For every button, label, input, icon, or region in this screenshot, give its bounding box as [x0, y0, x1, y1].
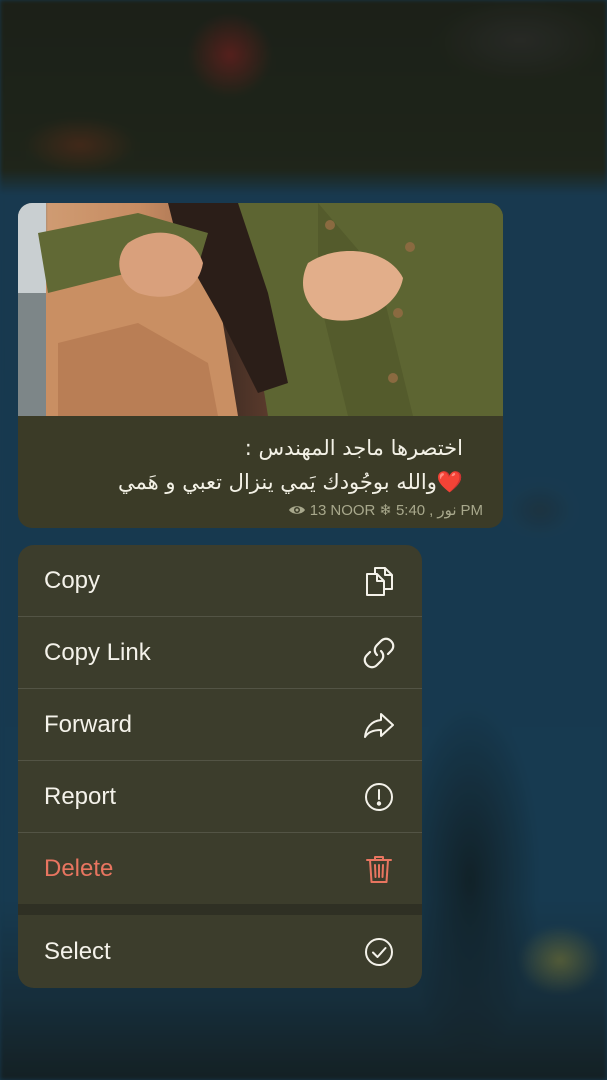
menu-group-gap — [18, 904, 422, 915]
message-bubble[interactable]: اختصرها ماجد المهندس : ❤️والله بوجُودك ي… — [18, 203, 503, 528]
menu-item-copy-link[interactable]: Copy Link — [18, 617, 422, 689]
check-circle-icon — [362, 935, 396, 969]
view-count: 13 — [309, 501, 327, 519]
menu-item-select[interactable]: Select — [18, 916, 422, 988]
menu-item-label: Copy Link — [44, 639, 151, 666]
menu-item-delete[interactable]: Delete — [18, 833, 422, 905]
message-photo[interactable] — [18, 203, 503, 416]
message-caption: اختصرها ماجد المهندس : ❤️والله بوجُودك ي… — [23, 431, 463, 499]
forward-icon — [362, 708, 396, 742]
menu-item-label: Report — [44, 783, 117, 810]
menu-item-label: Forward — [44, 711, 133, 738]
trash-icon — [362, 852, 396, 886]
message-period: PM — [460, 501, 484, 519]
menu-item-label: Select — [44, 938, 111, 965]
caption-line-2: ❤️والله بوجُودك يَمي ينزال تعبي و هَمي — [23, 465, 463, 499]
author-emoji-icon: ❄ — [379, 502, 392, 519]
menu-item-forward[interactable]: Forward — [18, 689, 422, 761]
link-icon — [362, 636, 396, 670]
menu-item-label: Delete — [44, 855, 114, 882]
menu-item-label: Copy — [44, 567, 101, 594]
eye-icon — [288, 506, 305, 514]
menu-item-report[interactable]: Report — [18, 761, 422, 833]
caption-line-1: اختصرها ماجد المهندس : — [244, 436, 463, 460]
time-separator: , — [429, 501, 434, 519]
menu-item-copy[interactable]: Copy — [18, 545, 422, 617]
caption-line-2-text: والله بوجُودك يَمي ينزال تعبي و هَمي — [117, 470, 437, 494]
message-time: 5:40 — [395, 501, 426, 519]
author-name: NOOR — [330, 501, 376, 519]
copy-icon — [362, 564, 396, 598]
context-menu: Copy Copy Link Forward Report Delete Sel… — [18, 545, 422, 988]
message-meta: 13 NOOR ❄ 5:40 , نور PM — [288, 501, 483, 519]
author-signature: نور — [437, 502, 457, 519]
heart-emoji: ❤️ — [436, 470, 463, 494]
report-icon — [362, 780, 396, 814]
